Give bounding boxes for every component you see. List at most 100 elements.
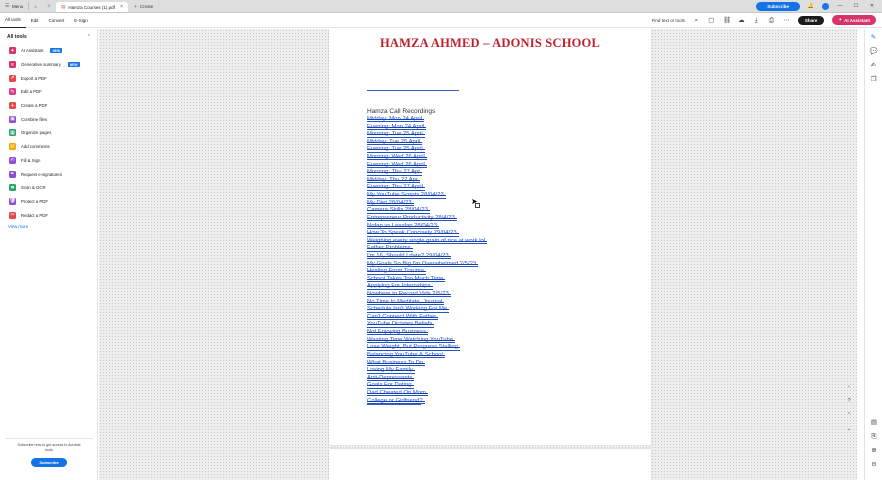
pdf-page-2 [329,449,651,480]
recording-link-text: Evening: Thu 27 April [367,184,423,191]
document-viewport[interactable]: HAMZA AHMED – ADONIS SCHOOL Hamza Call R… [99,29,857,480]
recording-link[interactable]: Entrepreneur Productivity 28/4/23 [367,215,485,223]
tool-item[interactable]: ↗ Export a PDF [0,71,97,85]
tab-e-sign[interactable]: E-Sign [69,13,93,28]
scroll-up-icon[interactable]: ⌃ [845,411,854,420]
recording-link[interactable]: Morning: Tue 25 April [367,131,485,139]
cloud-upload-icon[interactable]: ☁ [738,17,745,24]
link-icon[interactable]: ⛓ [723,17,731,24]
recording-link[interactable]: What Business To Do [367,360,485,368]
bell-icon[interactable]: 🔔 [806,3,816,9]
recording-link-text: Midday: Mon 24 April [367,116,423,122]
recording-link[interactable]: Evening: Tue 25 April [367,146,485,154]
tool-icon: ✎ [9,88,16,96]
close-window-icon[interactable]: ✕ [867,3,877,9]
tool-list: ✦ AI Assistant NEW ≡ Generative summary NEW ↗ E… [0,44,97,222]
tool-icon: ✉ [9,143,16,151]
recording-link[interactable]: Dad Cheated On Mom [367,390,485,398]
account-avatar[interactable] [822,2,829,10]
find-text-or-tools[interactable]: Find text or tools [652,18,685,23]
ai-assistant-button[interactable]: ✦ AI Assistant [832,15,876,25]
page-thumbnail-icon[interactable]: ▤ [870,419,878,427]
recording-link[interactable]: Father Problems [367,245,485,253]
fill-sign-icon[interactable]: ✍ [870,62,878,70]
recording-link[interactable]: Morning: Wed 26 April [367,154,485,162]
recording-link[interactable]: Balancing YouTube & School [367,352,485,360]
tab-all-tools[interactable]: All tools [0,13,26,28]
recording-link[interactable]: How To Speak Concisely 29/04/23 [367,230,485,238]
tool-item[interactable]: ✦ AI Assistant NEW [0,44,97,58]
document-tab[interactable]: ▤ Hamza Courses (1).pdf × [56,2,129,12]
recording-link[interactable]: Morning: Thu 27 Apr [367,169,485,177]
recording-link[interactable]: Lose Weight, But Progress Stalling [367,344,485,352]
scroll-down-icon[interactable]: ⌄ [845,425,854,434]
recording-link[interactable]: Not Enjoying Business [367,329,485,337]
minimize-icon[interactable]: — [835,3,845,9]
recording-link[interactable]: I'm 16, Should I date? 29/04/23 [367,253,485,261]
tool-item[interactable]: ✒ Request e-signatures [0,167,97,181]
recording-link[interactable]: Midday: Mon 24 April [367,116,485,124]
recording-link[interactable]: My YouTube Scripts 28/04/23 [367,192,485,200]
recording-link-text: Can't Connect With Father [367,313,437,320]
subscribe-button[interactable]: Subscribe [756,1,800,11]
recording-link-text: My Diet 28/04/23 [367,199,412,206]
recording-link[interactable]: Nofap vs Lessfap 28/04/23 [367,223,485,231]
tool-item[interactable]: ⌗ Scan & OCR [0,181,97,195]
right-tools-rail: ✎ 💬 ✍ ❐ ▤ ⎘ ⊕ ⊖ [864,29,882,480]
create-tab-button[interactable]: + Create [128,0,159,12]
tool-icon: ↗ [9,74,16,82]
tool-item[interactable]: ✂ Redact a PDF [0,208,97,222]
tab-edit[interactable]: Edit [26,13,44,28]
tool-item[interactable]: ▣ Combine files [0,112,97,126]
tool-item[interactable]: ✉ Add comments [0,140,97,154]
edit-tool-icon[interactable]: ✎ [870,34,878,42]
tool-item-label: Protect a PDF [21,198,48,204]
recording-link-text: Nofap vs Lessfap 28/04/23 [367,222,438,229]
share-button[interactable]: Share [797,15,825,25]
download-icon[interactable]: ⤓ [753,17,760,24]
zoom-out-icon[interactable]: ⊖ [870,461,878,469]
tool-item[interactable]: 🛡 Protect a PDF [0,195,97,209]
recording-link-text: Dad Cheated On Mom [367,389,426,396]
zoom-in-icon[interactable]: ⊕ [870,447,878,455]
tool-item-label: Fill & Sign [21,157,41,163]
print-icon[interactable]: ⎙ [768,17,775,24]
recording-link[interactable]: Nowhere to Record Vids 2/5/23 [367,291,485,299]
collapse-chevron-icon[interactable]: ⌃ [87,34,91,40]
panel-toggle-icon[interactable]: ‹ [845,383,854,392]
recording-link-text: YouTube Dictates Beliefs [367,321,433,328]
recording-link[interactable]: Schedule Isn't Working For Me [367,306,485,314]
tool-item[interactable]: ≡ Generative summary NEW [0,58,97,72]
recording-link-text: Weighing every single grain of rice at w… [367,237,486,244]
search-icon[interactable]: ⌕ [693,17,700,24]
more-options-icon[interactable]: ⋯ [783,17,790,24]
copy-pages-icon[interactable]: ❐ [870,76,878,84]
recording-link[interactable]: YouTube Dictates Beliefs [367,321,485,329]
tab-convert[interactable]: Convert [44,13,70,28]
recordings-heading: Hamza Call Recordings [367,108,436,115]
home-icon[interactable]: ⌂ [29,0,42,12]
zoom-controls: ‹ ? ⌃ ⌄ [843,383,855,434]
recording-link[interactable]: Evening: Thu 27 April [367,184,485,192]
recording-link[interactable]: Loving My Family [367,367,485,375]
recording-link[interactable]: Applying For Internships [367,283,485,291]
new-document-icon[interactable]: ▢ [708,17,715,24]
bookmark-icon[interactable]: ⎘ [870,433,878,441]
recording-link[interactable]: Goals For Dating [367,382,485,390]
tool-item[interactable]: ✎ Edit a PDF [0,85,97,99]
panel-subscribe-button[interactable]: Subscribe [31,458,67,467]
help-icon[interactable]: ? [845,397,854,406]
recording-link-text: Wasting Time Watching YouTube [367,336,454,343]
menu-button[interactable]: ☰ Menu [0,0,28,12]
tool-item[interactable]: ✍ Fill & Sign [0,154,97,168]
tool-item[interactable]: ▦ Organize pages [0,126,97,140]
recording-link-text: Evening: Mon 24 April [367,123,425,130]
tool-item[interactable]: + Create a PDF [0,99,97,113]
view-more-link[interactable]: View more [0,224,97,229]
recording-link[interactable]: Healing From Trauma [367,268,485,276]
star-icon[interactable]: ☆ [42,0,56,12]
maximize-icon[interactable]: ☐ [851,3,861,9]
recording-link[interactable]: Camera Skills 28/04/23 [367,207,485,215]
comment-icon[interactable]: 💬 [870,48,878,56]
close-tab-icon[interactable]: × [120,4,123,10]
